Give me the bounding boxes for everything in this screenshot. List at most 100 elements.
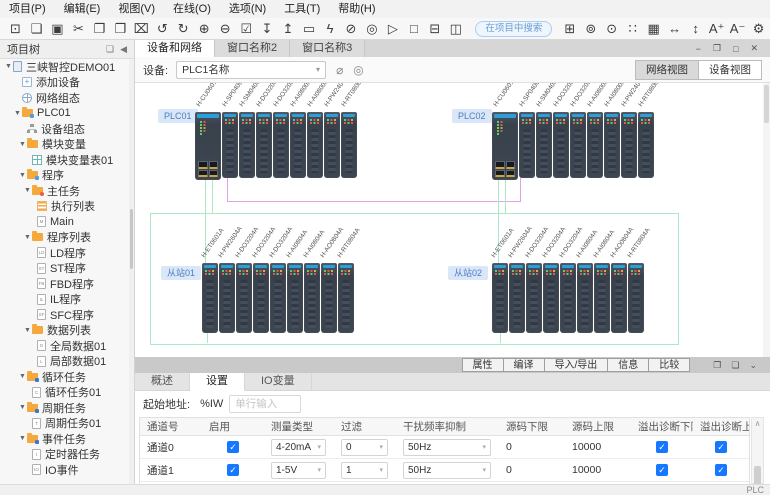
io-module[interactable] [638, 112, 654, 178]
dropdown[interactable]: 50Hz▾ [403, 439, 491, 456]
io-module[interactable] [536, 112, 552, 178]
io-module[interactable] [628, 263, 644, 333]
canvas-scrollbar[interactable] [763, 83, 770, 357]
delete-icon[interactable]: ⌧ [132, 20, 151, 38]
force-icon[interactable]: ϟ [321, 20, 340, 38]
tree-item[interactable]: IOIO事件 [0, 462, 129, 478]
dropdown[interactable]: 4-20mA▾ [271, 439, 326, 456]
tree-item[interactable]: SFSFC程序 [0, 307, 129, 323]
device-offline-icon[interactable]: ⌀ [336, 63, 343, 77]
io-module[interactable] [509, 263, 525, 333]
action-button-属性[interactable]: 属性 [462, 358, 504, 372]
tree-expand-arrow[interactable]: ▼ [4, 63, 13, 70]
io-module[interactable] [324, 112, 340, 178]
tree-item[interactable]: ▼程序列表 [0, 230, 129, 246]
rack-plc01[interactable] [195, 112, 357, 180]
fit-height-icon[interactable]: ↕ [686, 20, 705, 38]
checkbox[interactable]: ✓ [227, 441, 239, 453]
tree-item[interactable]: ▼主任务 [0, 183, 129, 199]
tab-窗口名称3[interactable]: 窗口名称3 [290, 40, 365, 57]
tree-expand-arrow[interactable]: ▼ [18, 373, 27, 380]
tree-expand-arrow[interactable]: ▼ [18, 141, 27, 148]
io-module[interactable] [338, 263, 354, 333]
rack-label-slave01[interactable]: 从站01 [161, 266, 201, 280]
inspector-tab-概述[interactable]: 概述 [135, 373, 190, 390]
device-monitor-icon[interactable]: ◎ [353, 63, 363, 77]
io-module[interactable] [543, 263, 559, 333]
io-module[interactable] [621, 112, 637, 178]
io-module[interactable] [492, 263, 508, 333]
settings-icon[interactable]: ⚙ [749, 20, 768, 38]
undo-icon[interactable]: ↺ [153, 20, 172, 38]
run-icon[interactable]: ▷ [383, 20, 402, 38]
rack-plc02[interactable] [492, 112, 654, 180]
io-module[interactable] [604, 112, 620, 178]
paste-icon[interactable]: ❒ [111, 20, 130, 38]
memory-view-icon[interactable]: ▦ [644, 20, 663, 38]
io-module[interactable] [587, 112, 603, 178]
tree-item[interactable]: ▼程序 [0, 168, 129, 184]
io-module[interactable] [290, 112, 306, 178]
tree-item[interactable]: 模块变量表01 [0, 152, 129, 168]
io-module[interactable] [253, 263, 269, 333]
tree-item[interactable]: ▼事件任务 [0, 431, 129, 447]
tree-item[interactable]: MMain [0, 214, 129, 230]
maximize-button[interactable]: □ [727, 44, 744, 54]
download-to-plc-icon[interactable]: ↧ [258, 20, 277, 38]
rack-slave01[interactable] [202, 263, 354, 333]
view-button-网络视图[interactable]: 网络视图 [635, 60, 699, 80]
minimize-button[interactable]: − [690, 44, 707, 54]
collapse-panel-icon[interactable]: ⌄ [744, 360, 762, 371]
cpu-module[interactable] [492, 112, 518, 180]
tab-设备和网络[interactable]: 设备和网络 [135, 40, 215, 57]
tree-item[interactable]: t定时器任务 [0, 447, 129, 463]
cut-icon[interactable]: ✂ [69, 20, 88, 38]
sidebar-scrollbar[interactable] [129, 59, 134, 484]
tree-item[interactable]: L局部数据01 [0, 354, 129, 370]
menu-item-5[interactable]: 工具(T) [275, 0, 329, 18]
io-module[interactable] [526, 263, 542, 333]
device-select[interactable]: PLC1名称 ▾ [176, 61, 326, 79]
io-module[interactable] [570, 112, 586, 178]
menu-item-6[interactable]: 帮助(H) [329, 0, 384, 18]
dropdown[interactable]: 1-5V▾ [271, 462, 326, 479]
network-canvas[interactable]: PLC01H-CU0601AH-SP0400AH-SM0400AH-DO3200… [135, 83, 770, 357]
io-module[interactable] [611, 263, 627, 333]
tree-item[interactable]: ILIL程序 [0, 292, 129, 308]
io-module[interactable] [594, 263, 610, 333]
tree-item[interactable]: ▼周期任务 [0, 400, 129, 416]
tree-expand-arrow[interactable]: ▼ [13, 110, 22, 117]
stop-icon[interactable]: □ [404, 20, 423, 38]
monitor-icon[interactable]: ▭ [300, 20, 319, 38]
io-module[interactable] [202, 263, 218, 333]
inspector-tab-IO变量[interactable]: IO变量 [245, 373, 312, 390]
layout-panel-icon[interactable]: ❏ [103, 44, 117, 55]
font-decrease-icon[interactable]: A⁻ [728, 20, 747, 38]
tree-item[interactable]: FBFBD程序 [0, 276, 129, 292]
fit-width-icon[interactable]: ↔ [665, 20, 684, 38]
restore-button[interactable]: ❐ [707, 43, 727, 54]
start-address-input[interactable] [229, 395, 301, 413]
io-module[interactable] [256, 112, 272, 178]
menu-item-2[interactable]: 视图(V) [109, 0, 164, 18]
copy-icon[interactable]: ❐ [90, 20, 109, 38]
io-module[interactable] [341, 112, 357, 178]
compile-icon[interactable]: ☑ [237, 20, 256, 38]
save-project-icon[interactable]: ▣ [48, 20, 67, 38]
upload-from-plc-icon[interactable]: ↥ [279, 20, 298, 38]
clear-icon[interactable]: ⊘ [342, 20, 361, 38]
font-increase-icon[interactable]: A⁺ [707, 20, 726, 38]
menu-item-1[interactable]: 编辑(E) [55, 0, 110, 18]
io-module[interactable] [304, 263, 320, 333]
io-module[interactable] [273, 112, 289, 178]
tree-item[interactable]: +添加设备 [0, 75, 129, 91]
tree-item[interactable]: 执行列表 [0, 199, 129, 215]
io-module[interactable] [222, 112, 238, 178]
io-module[interactable] [560, 263, 576, 333]
io-module[interactable] [239, 112, 255, 178]
menu-item-0[interactable]: 项目(P) [0, 0, 55, 18]
zoom-out-icon[interactable]: ⊖ [216, 20, 235, 38]
tree-expand-arrow[interactable]: ▼ [23, 234, 32, 241]
breakpoint-icon[interactable]: ⊙ [602, 20, 621, 38]
tree-item[interactable]: 设备组态 [0, 121, 129, 137]
